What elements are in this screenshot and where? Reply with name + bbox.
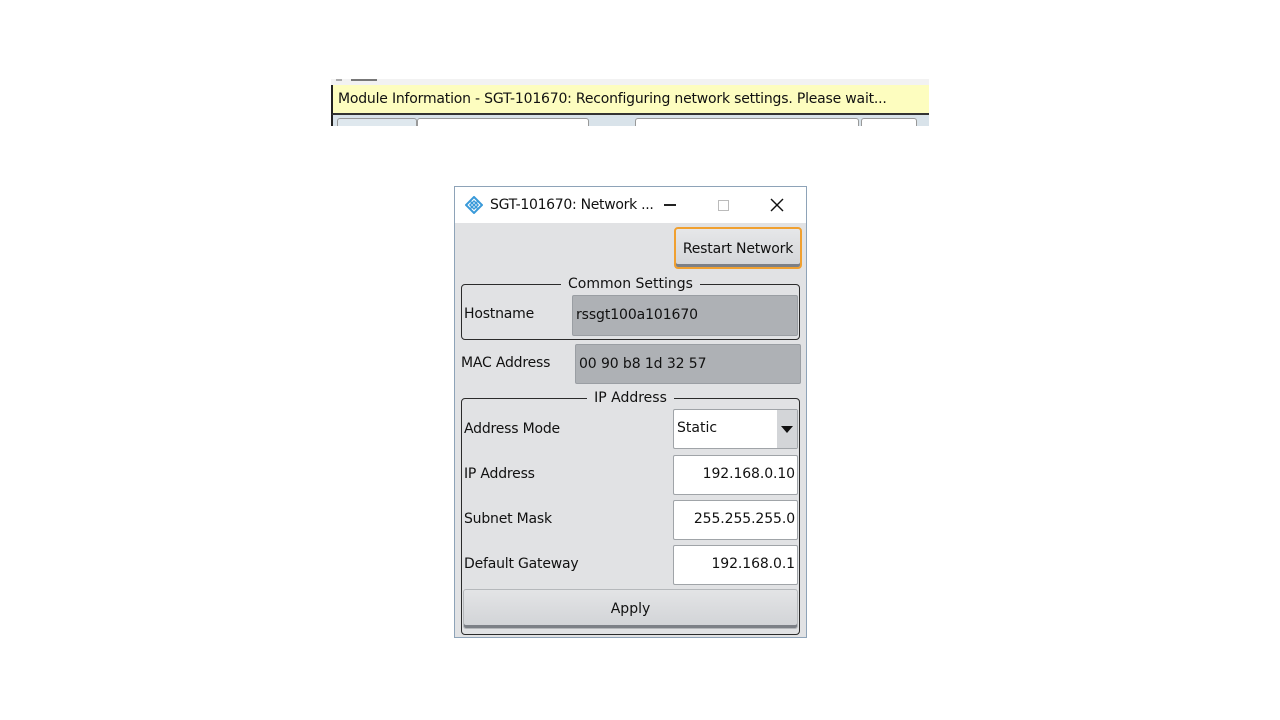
ip-address-value: 192.168.0.10	[702, 466, 795, 482]
hostname-field: rssgt100a101670	[572, 295, 798, 336]
hostname-value: rssgt100a101670	[576, 307, 698, 323]
default-gateway-value: 192.168.0.1	[711, 556, 795, 572]
address-mode-select[interactable]: Static	[673, 409, 798, 449]
network-settings-dialog: SGT-101670: Network ... Restart Network …	[454, 186, 807, 638]
dialog-title: SGT-101670: Network ...	[490, 197, 654, 213]
background-tab	[635, 118, 859, 126]
subnet-mask-value: 255.255.255.0	[693, 511, 795, 527]
status-message: Module Information - SGT-101670: Reconfi…	[338, 91, 887, 107]
close-button[interactable]	[754, 187, 800, 223]
address-mode-value: Static	[677, 420, 718, 436]
subnet-mask-input[interactable]: 255.255.255.0	[673, 500, 798, 540]
common-settings-legend: Common Settings	[568, 276, 693, 292]
address-mode-label: Address Mode	[464, 421, 560, 437]
minimize-icon	[664, 204, 676, 206]
background-tab	[417, 118, 589, 126]
default-gateway-input[interactable]: 192.168.0.1	[673, 545, 798, 585]
apply-button[interactable]: Apply	[463, 589, 798, 629]
background-tab	[337, 118, 417, 126]
background-tab	[861, 118, 917, 126]
mac-address-value: 00 90 b8 1d 32 57	[579, 356, 707, 372]
ip-address-input[interactable]: 192.168.0.10	[673, 455, 798, 495]
close-icon	[770, 198, 784, 212]
background-module-window: Module Information - SGT-101670: Reconfi…	[331, 79, 929, 126]
maximize-button[interactable]	[700, 187, 746, 223]
default-gateway-label: Default Gateway	[464, 556, 579, 572]
maximize-icon	[717, 199, 729, 211]
minimize-button[interactable]	[647, 187, 693, 223]
decorative-tick	[351, 79, 377, 81]
background-tab-row	[331, 115, 929, 126]
decorative-tick	[336, 79, 342, 81]
dropdown-button[interactable]	[777, 410, 797, 448]
subnet-mask-label: Subnet Mask	[464, 511, 552, 527]
ip-address-label: IP Address	[464, 466, 535, 482]
status-message-bar: Module Information - SGT-101670: Reconfi…	[331, 85, 929, 115]
mac-address-label: MAC Address	[461, 355, 551, 371]
chevron-down-icon	[781, 425, 793, 433]
rohde-schwarz-diamond-icon	[465, 196, 483, 214]
hostname-label: Hostname	[464, 306, 534, 322]
restart-network-button[interactable]: Restart Network	[674, 227, 802, 269]
ip-address-legend: IP Address	[594, 390, 667, 406]
mac-address-field: 00 90 b8 1d 32 57	[575, 344, 801, 384]
title-bar[interactable]: SGT-101670: Network ...	[455, 187, 806, 223]
